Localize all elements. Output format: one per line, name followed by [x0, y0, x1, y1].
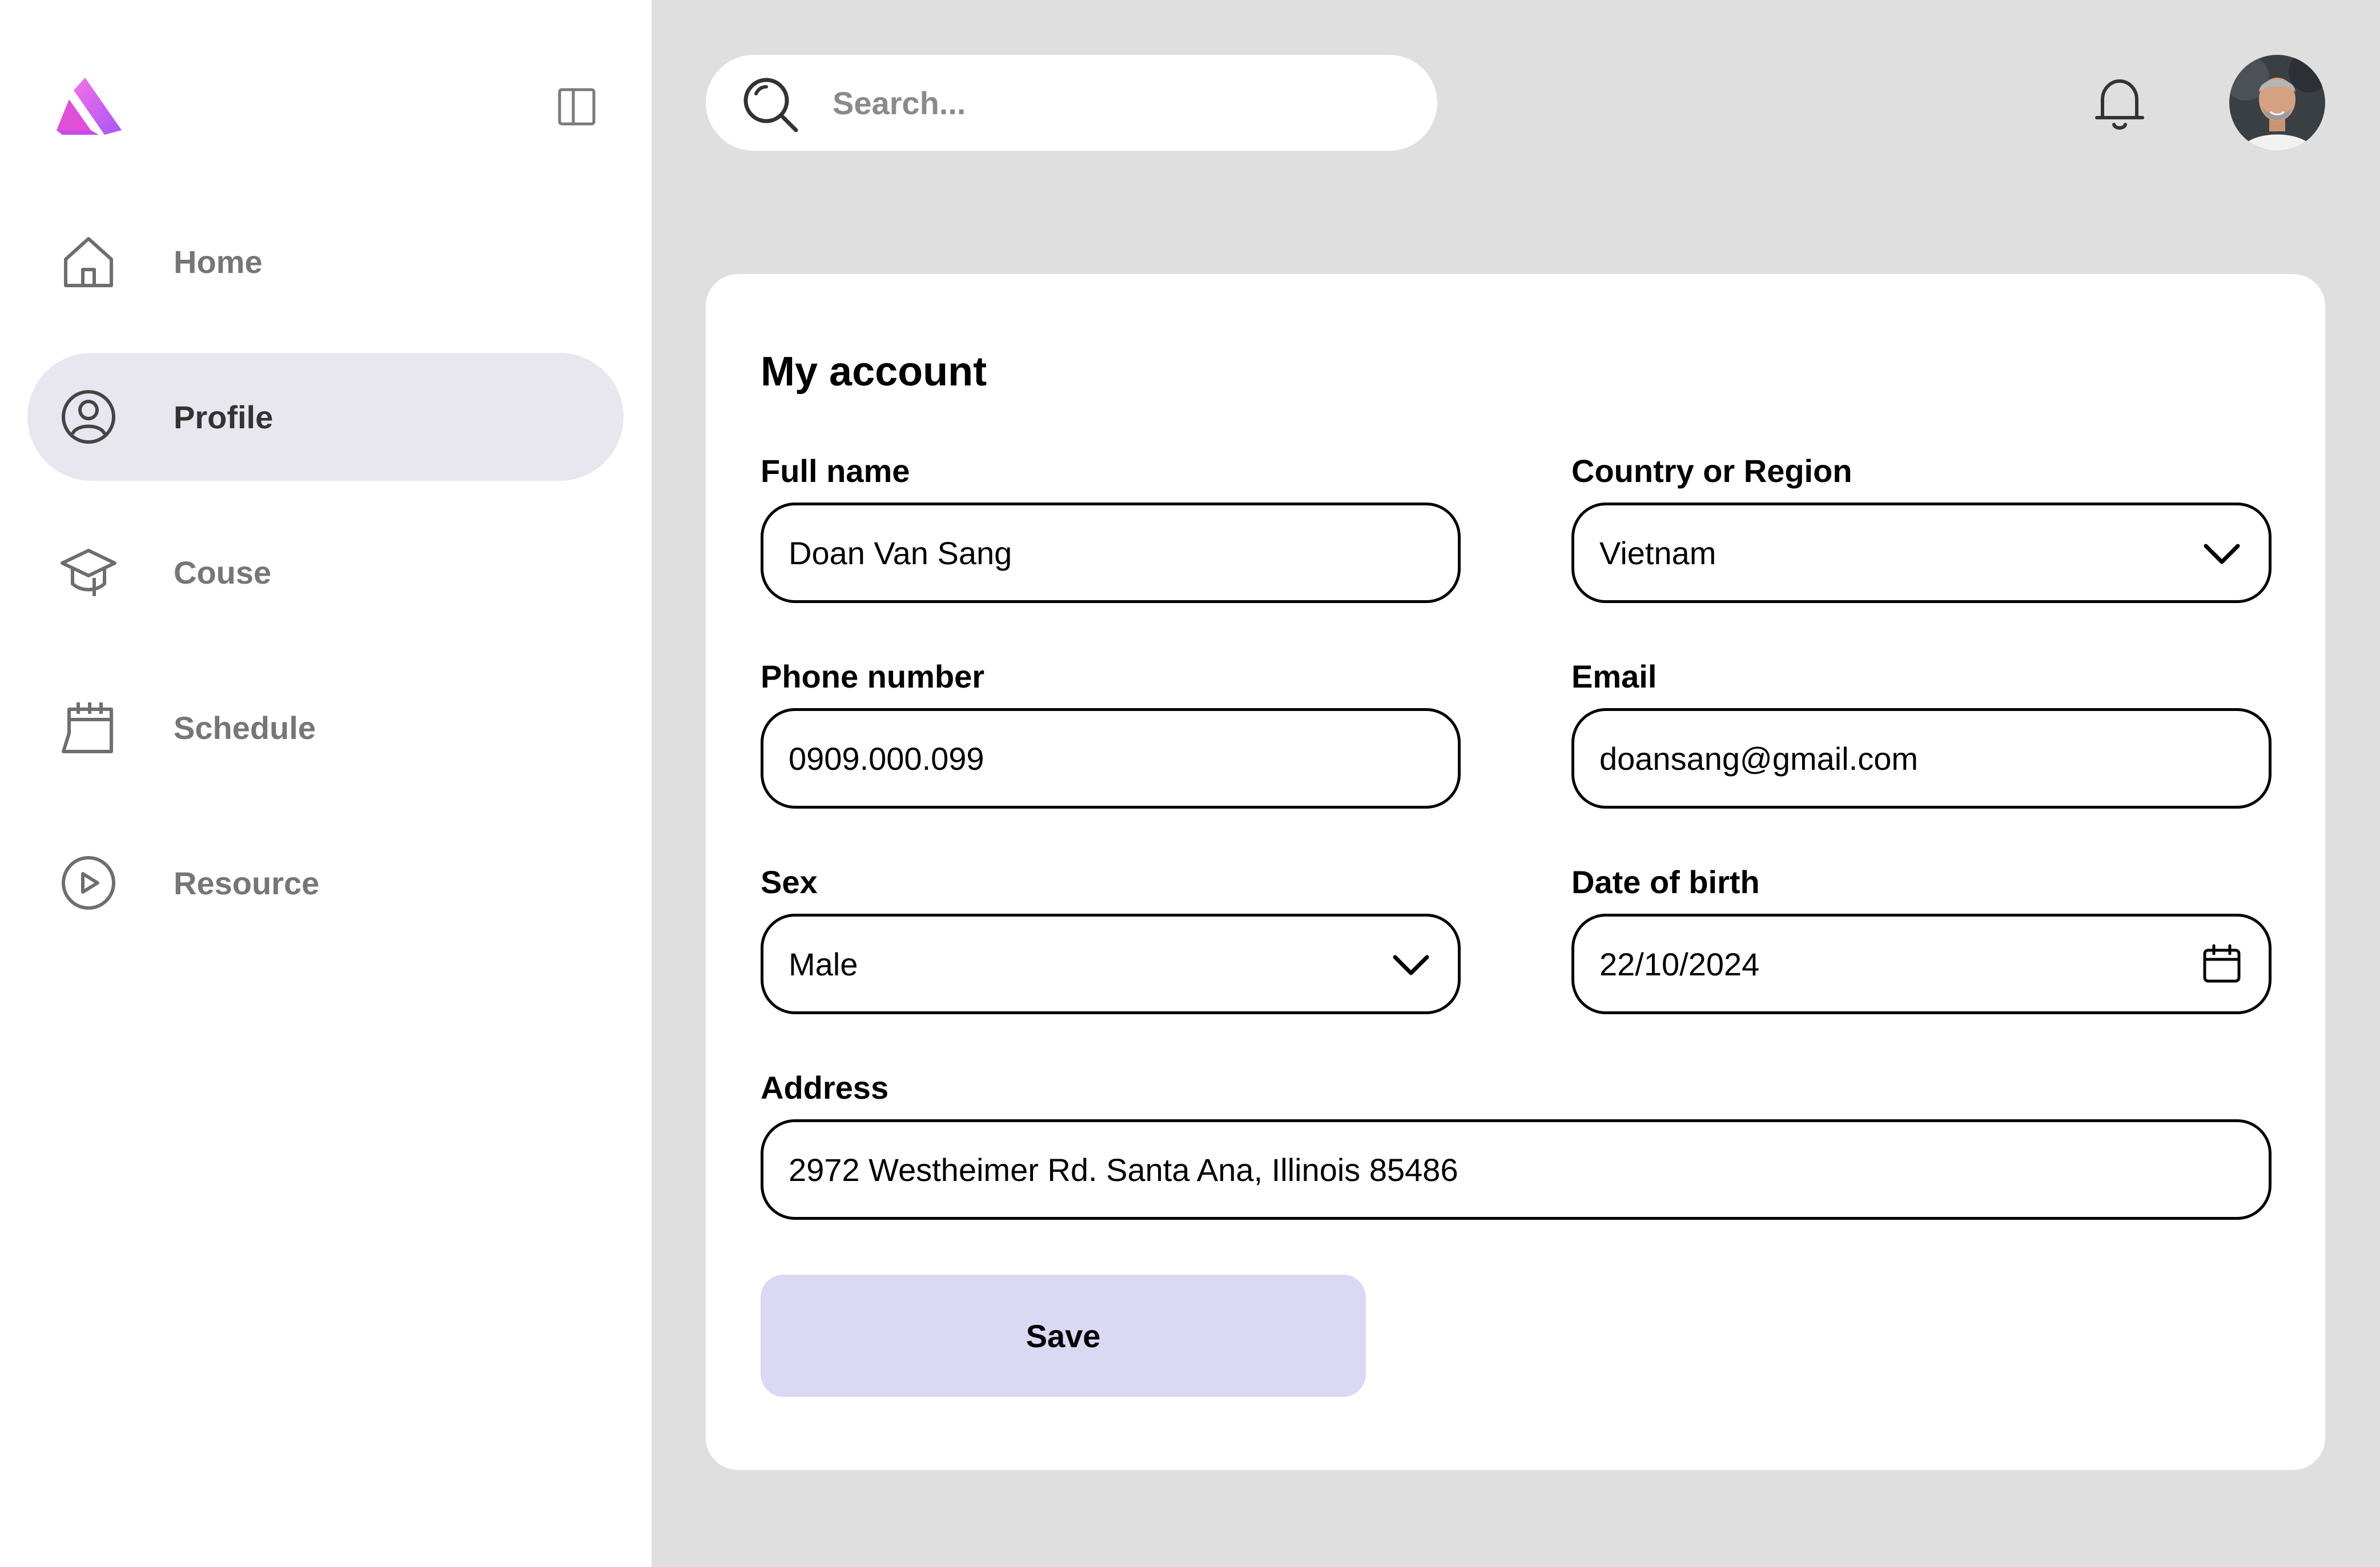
page-title: My account	[761, 349, 987, 395]
graduation-cap-icon	[61, 549, 116, 596]
sidebar-toggle-icon[interactable]	[556, 86, 597, 127]
email-label: Email	[1571, 658, 1657, 694]
full-name-label: Full name	[761, 453, 910, 489]
chevron-down-icon	[2204, 544, 2240, 564]
chevron-down-icon	[1393, 955, 1429, 975]
sidebar-item-label: Couse	[174, 554, 272, 590]
search-input[interactable]	[833, 80, 1404, 126]
calendar-icon[interactable]	[2200, 942, 2244, 986]
user-avatar-icon	[2229, 55, 2325, 151]
bell-icon[interactable]	[2090, 73, 2149, 132]
sidebar-item-label: Home	[174, 243, 263, 280]
app-logo-icon[interactable]	[57, 78, 122, 135]
account-card: My account Full name Doan Van Sang Count…	[706, 274, 2325, 1470]
address-label: Address	[761, 1070, 889, 1106]
calendar-icon	[62, 702, 113, 753]
country-select[interactable]: Vietnam	[1571, 503, 2272, 603]
search-icon	[743, 78, 798, 132]
phone-field[interactable]: 0909.000.099	[761, 708, 1461, 809]
sex-value: Male	[789, 946, 858, 982]
sidebar-item-label: Schedule	[174, 709, 316, 746]
address-value: 2972 Westheimer Rd. Santa Ana, Illinois …	[789, 1151, 1458, 1188]
sidebar-item-schedule[interactable]: Schedule	[27, 664, 624, 791]
play-circle-icon	[62, 856, 115, 910]
user-circle-icon	[62, 390, 115, 444]
dob-value: 22/10/2024	[1599, 946, 1760, 982]
email-field[interactable]: doansang@gmail.com	[1571, 708, 2272, 809]
sex-select[interactable]: Male	[761, 914, 1461, 1014]
address-field[interactable]: 2972 Westheimer Rd. Santa Ana, Illinois …	[761, 1119, 2272, 1220]
dob-field[interactable]: 22/10/2024	[1571, 914, 2272, 1014]
full-name-value: Doan Van Sang	[789, 535, 1012, 571]
sidebar-item-label: Profile	[174, 399, 274, 435]
phone-value: 0909.000.099	[789, 740, 984, 777]
email-value: doansang@gmail.com	[1599, 740, 1919, 777]
phone-label: Phone number	[761, 658, 985, 694]
sidebar: Home Profile Couse Schedule Resource	[0, 0, 652, 1567]
sex-label: Sex	[761, 864, 818, 900]
sidebar-item-label: Resource	[174, 865, 320, 901]
country-label: Country or Region	[1571, 453, 1852, 489]
search-bar[interactable]	[706, 55, 1437, 151]
full-name-field[interactable]: Doan Van Sang	[761, 503, 1461, 603]
country-value: Vietnam	[1599, 535, 1716, 571]
home-icon	[64, 237, 113, 287]
dob-label: Date of birth	[1571, 864, 1760, 900]
avatar[interactable]	[2229, 55, 2325, 151]
sidebar-item-home[interactable]: Home	[27, 198, 624, 326]
sidebar-item-couse[interactable]: Couse	[27, 508, 624, 636]
save-button[interactable]: Save	[761, 1275, 1366, 1397]
sidebar-item-profile[interactable]: Profile	[27, 353, 624, 481]
sidebar-item-resource[interactable]: Resource	[27, 819, 624, 947]
